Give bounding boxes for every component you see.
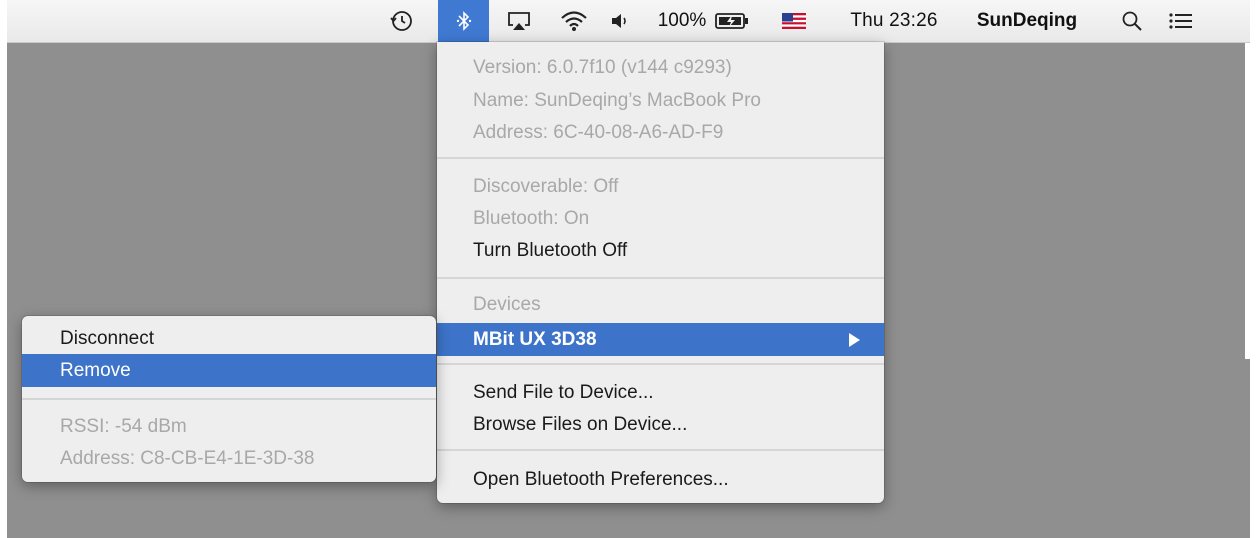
send-file-item[interactable]: Send File to Device... xyxy=(437,376,884,409)
separator xyxy=(437,363,884,365)
notification-center-icon[interactable] xyxy=(1163,0,1199,42)
separator xyxy=(22,398,436,400)
time-machine-icon[interactable] xyxy=(383,0,419,42)
device-label: MBit UX 3D38 xyxy=(473,328,597,350)
bluetooth-icon[interactable] xyxy=(438,0,489,42)
user-name[interactable]: SunDeqing xyxy=(971,0,1083,42)
remove-item[interactable]: Remove xyxy=(22,354,436,387)
address-info: Address: 6C-40-08-A6-AD-F9 xyxy=(473,121,724,143)
separator xyxy=(437,449,884,451)
spotlight-icon[interactable] xyxy=(1116,0,1148,42)
bluetooth-menu: Version: 6.0.7f10 (v144 c9293) Name: Sun… xyxy=(437,42,884,503)
flag-icon[interactable] xyxy=(778,0,810,42)
bluetooth-status: Bluetooth: On xyxy=(473,207,590,229)
device-submenu: Disconnect Remove RSSI: -54 dBm Address:… xyxy=(22,316,436,482)
menu-bar: 100% Thu 23:26 SunDeqing xyxy=(7,0,1250,43)
window-edge xyxy=(1245,43,1250,359)
battery-icon[interactable] xyxy=(711,0,753,42)
disconnect-item[interactable]: Disconnect xyxy=(22,322,436,355)
rssi-info: RSSI: -54 dBm xyxy=(60,415,187,437)
open-bluetooth-preferences-item[interactable]: Open Bluetooth Preferences... xyxy=(437,463,884,496)
computer-name-info: Name: SunDeqing’s MacBook Pro xyxy=(473,89,761,111)
device-item-mbit-ux-3d38[interactable]: MBit UX 3D38 xyxy=(437,323,884,356)
wifi-icon[interactable] xyxy=(555,0,593,42)
version-info: Version: 6.0.7f10 (v144 c9293) xyxy=(473,56,732,78)
browse-files-item[interactable]: Browse Files on Device... xyxy=(437,408,884,441)
airplay-icon[interactable] xyxy=(500,0,538,42)
devices-header: Devices xyxy=(473,293,541,315)
device-address-info: Address: C8-CB-E4-1E-3D-38 xyxy=(60,447,315,469)
submenu-arrow-icon xyxy=(849,333,860,347)
turn-bluetooth-off-item[interactable]: Turn Bluetooth Off xyxy=(437,234,884,267)
separator xyxy=(437,157,884,159)
discoverable-status: Discoverable: Off xyxy=(473,175,619,197)
clock[interactable]: Thu 23:26 xyxy=(835,0,953,42)
battery-percentage[interactable]: 100% xyxy=(653,0,711,42)
volume-icon[interactable] xyxy=(606,0,636,42)
separator xyxy=(437,277,884,279)
